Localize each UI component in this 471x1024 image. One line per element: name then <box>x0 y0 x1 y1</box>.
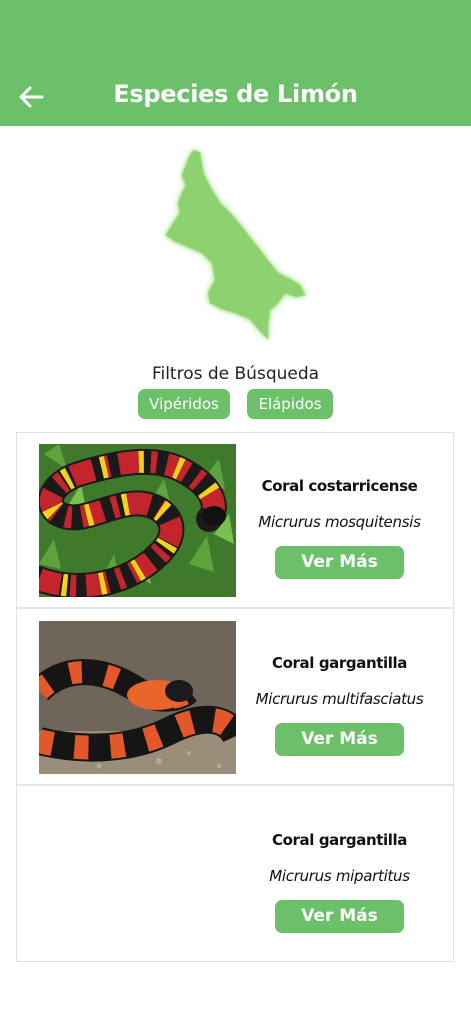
app-header: Especies de Limón <box>0 0 471 126</box>
page-title: Especies de Limón <box>113 80 358 108</box>
species-name: Coral gargantilla <box>272 831 407 849</box>
filters-title: Filtros de Búsqueda <box>151 364 320 384</box>
ver-mas-button[interactable]: Ver Más <box>275 546 404 579</box>
species-scientific-name: Micrurus mipartitus <box>269 867 410 885</box>
limon-province-map <box>165 149 306 341</box>
species-name: Coral gargantilla <box>272 654 407 672</box>
species-card[interactable]: Coral gargantilla Micrurus mipartitus Ve… <box>17 787 453 963</box>
filter-chip-elapidos[interactable]: Elápidos <box>247 389 333 419</box>
filter-chip-viperidos[interactable]: Vipéridos <box>138 389 230 419</box>
species-scientific-name: Micrurus multifasciatus <box>255 690 424 708</box>
species-name: Coral costarricense <box>261 477 418 495</box>
species-scientific-name: Micrurus mosquitensis <box>258 513 421 531</box>
species-card[interactable]: Coral costarricense Micrurus mosquitensi… <box>17 433 453 609</box>
ver-mas-button[interactable]: Ver Más <box>275 723 404 756</box>
coral-costarricense-photo <box>39 444 236 597</box>
coral-gargantilla-photo <box>39 621 236 774</box>
species-list: Coral costarricense Micrurus mosquitensi… <box>16 432 454 962</box>
species-card[interactable]: Coral gargantilla Micrurus multifasciatu… <box>17 610 453 786</box>
ver-mas-button[interactable]: Ver Más <box>275 900 404 933</box>
